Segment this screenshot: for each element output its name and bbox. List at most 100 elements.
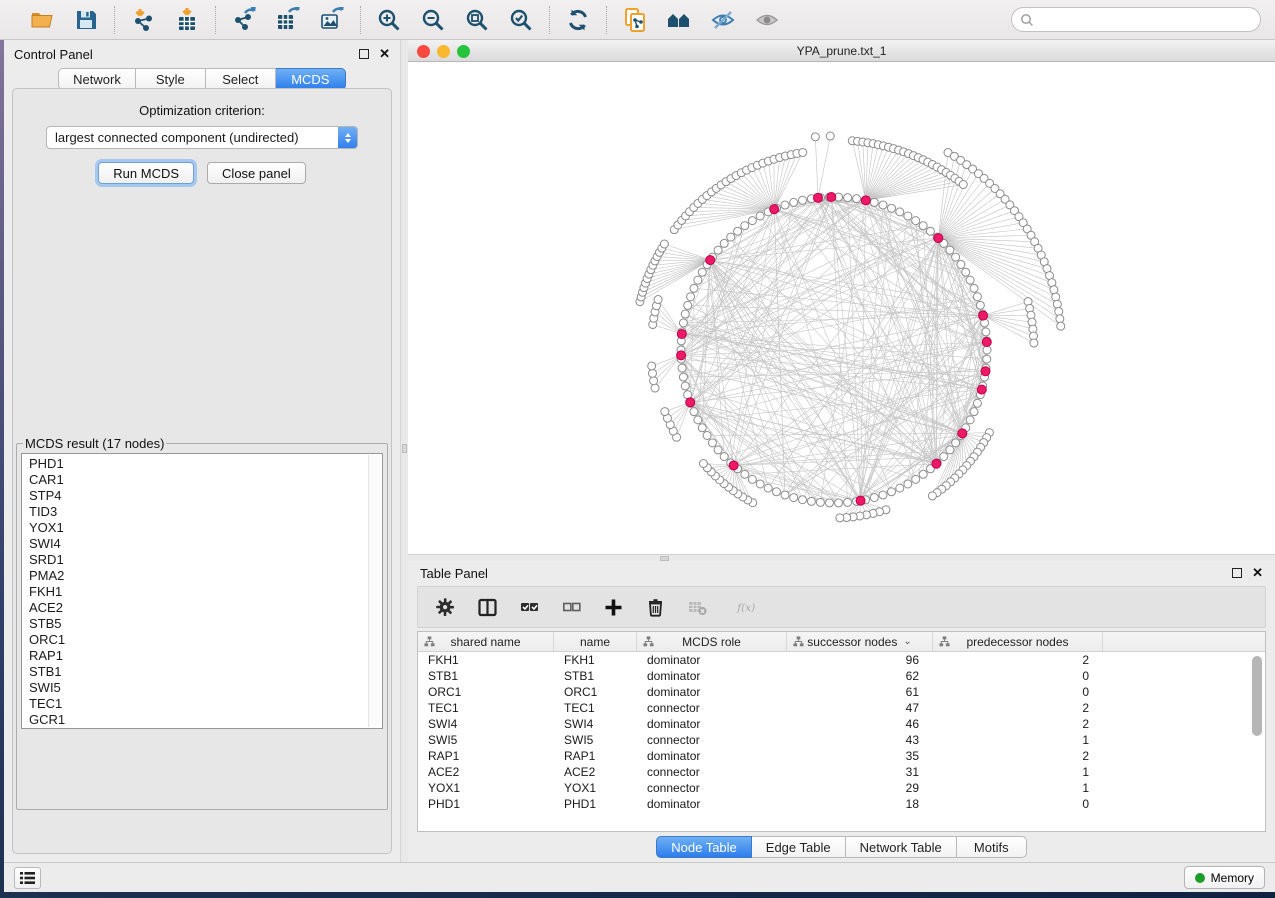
mcds-result-item[interactable]: ACE2 xyxy=(29,600,382,616)
mcds-node[interactable] xyxy=(861,196,870,205)
tab-select[interactable]: Select xyxy=(206,68,276,90)
graph-node[interactable] xyxy=(799,148,807,156)
graph-node[interactable] xyxy=(835,499,843,507)
mcds-node[interactable] xyxy=(856,496,865,505)
mcds-result-item[interactable]: STP4 xyxy=(29,488,382,504)
graph-node[interactable] xyxy=(940,453,948,461)
graph-node[interactable] xyxy=(748,217,756,225)
mcds-result-item[interactable]: PMA2 xyxy=(29,568,382,584)
graph-node[interactable] xyxy=(879,491,887,499)
graph-node[interactable] xyxy=(946,446,954,454)
graph-node[interactable] xyxy=(708,439,716,447)
import-table-icon[interactable] xyxy=(172,6,202,34)
mcds-node[interactable] xyxy=(981,367,990,376)
mcds-node[interactable] xyxy=(677,330,686,339)
mcds-node[interactable] xyxy=(934,234,943,243)
column-header-predecessor-nodes[interactable]: predecessor nodes xyxy=(933,632,1103,651)
zoom-selected-icon[interactable] xyxy=(506,6,536,34)
graph-node[interactable] xyxy=(870,494,878,502)
graph-node[interactable] xyxy=(748,475,756,483)
graph-node[interactable] xyxy=(694,276,702,284)
mcds-result-item[interactable]: FKH1 xyxy=(29,584,382,600)
refresh-icon[interactable] xyxy=(563,6,593,34)
tab-node-table[interactable]: Node Table xyxy=(656,836,752,858)
graph-node[interactable] xyxy=(772,488,780,496)
table-row[interactable]: PHD1PHD1dominator180 xyxy=(418,796,1265,812)
graph-node[interactable] xyxy=(741,470,749,478)
graph-node[interactable] xyxy=(781,491,789,499)
graph-node[interactable] xyxy=(1056,315,1064,323)
graph-node[interactable] xyxy=(681,382,689,390)
graph-node[interactable] xyxy=(912,217,920,225)
mcds-result-item[interactable]: SWI4 xyxy=(29,536,382,552)
graph-node[interactable] xyxy=(904,212,912,220)
vertical-splitter[interactable] xyxy=(401,40,408,862)
graph-node[interactable] xyxy=(790,198,798,206)
table-row[interactable]: TEC1TEC1connector472 xyxy=(418,700,1265,716)
mcds-result-item[interactable]: STB1 xyxy=(29,664,382,680)
graph-node[interactable] xyxy=(976,301,984,309)
graph-node[interactable] xyxy=(836,514,844,522)
table-row[interactable]: RAP1RAP1dominator352 xyxy=(418,748,1265,764)
graph-node[interactable] xyxy=(720,239,728,247)
close-panel-button[interactable]: Close panel xyxy=(207,162,306,184)
graph-node[interactable] xyxy=(720,453,728,461)
table-row[interactable]: YOX1YOX1connector291 xyxy=(418,780,1265,796)
graph-node[interactable] xyxy=(844,498,852,506)
mcds-node[interactable] xyxy=(814,193,823,202)
mcds-node[interactable] xyxy=(958,429,967,438)
delete-row-icon[interactable] xyxy=(644,596,666,618)
memory-button[interactable]: Memory xyxy=(1184,866,1265,889)
graph-node[interactable] xyxy=(816,498,824,506)
graph-node[interactable] xyxy=(798,196,806,204)
import-network-icon[interactable] xyxy=(128,6,158,34)
columns-icon[interactable] xyxy=(476,596,498,618)
network-graph[interactable] xyxy=(408,62,1275,554)
splitter-grip[interactable] xyxy=(660,556,669,561)
delete-table-icon[interactable] xyxy=(686,596,708,618)
tab-network[interactable]: Network xyxy=(58,68,136,90)
graph-node[interactable] xyxy=(714,246,722,254)
splitter-grip[interactable] xyxy=(402,444,407,453)
panel-menu-button[interactable] xyxy=(14,867,41,889)
mcds-result-item[interactable]: YOX1 xyxy=(29,520,382,536)
graph-node[interactable] xyxy=(983,346,991,354)
graph-node[interactable] xyxy=(1052,293,1060,301)
close-panel-icon[interactable]: ✕ xyxy=(379,49,390,59)
graph-node[interactable] xyxy=(919,470,927,478)
graph-node[interactable] xyxy=(648,369,656,377)
network-overview-icon[interactable] xyxy=(664,6,694,34)
mcds-result-item[interactable]: SRD1 xyxy=(29,552,382,568)
graph-node[interactable] xyxy=(684,301,692,309)
function-builder-icon[interactable]: f(x) xyxy=(728,596,764,618)
horizontal-splitter[interactable] xyxy=(408,554,1275,561)
network-canvas-container[interactable] xyxy=(408,62,1275,554)
graph-node[interactable] xyxy=(959,181,967,189)
result-scrollbar[interactable] xyxy=(368,455,381,727)
show-all-icon[interactable] xyxy=(752,6,782,34)
graph-node[interactable] xyxy=(661,408,669,416)
scrollbar-thumb[interactable] xyxy=(1252,656,1262,736)
graph-node[interactable] xyxy=(970,408,978,416)
graph-node[interactable] xyxy=(756,480,764,488)
graph-node[interactable] xyxy=(660,240,668,248)
mcds-result-item[interactable]: SWI5 xyxy=(29,680,382,696)
add-row-icon[interactable] xyxy=(602,596,624,618)
mcds-result-item[interactable]: PHD1 xyxy=(29,456,382,472)
export-image-icon[interactable] xyxy=(317,6,347,34)
search-input[interactable] xyxy=(1039,13,1252,27)
graph-node[interactable] xyxy=(741,222,749,230)
graph-node[interactable] xyxy=(699,459,707,467)
save-icon[interactable] xyxy=(71,6,101,34)
graph-node[interactable] xyxy=(1030,339,1038,347)
mcds-result-item[interactable]: CAR1 xyxy=(29,472,382,488)
graph-node[interactable] xyxy=(928,492,936,500)
tab-style[interactable]: Style xyxy=(136,68,206,90)
mcds-result-item[interactable]: RAP1 xyxy=(29,648,382,664)
open-folder-icon[interactable] xyxy=(27,6,57,34)
mcds-node[interactable] xyxy=(932,459,941,468)
mcds-result-list[interactable]: PHD1CAR1STP4TID3YOX1SWI4SRD1PMA2FKH1ACE2… xyxy=(21,453,383,729)
graph-node[interactable] xyxy=(870,198,878,206)
graph-node[interactable] xyxy=(926,227,934,235)
graph-node[interactable] xyxy=(714,446,722,454)
